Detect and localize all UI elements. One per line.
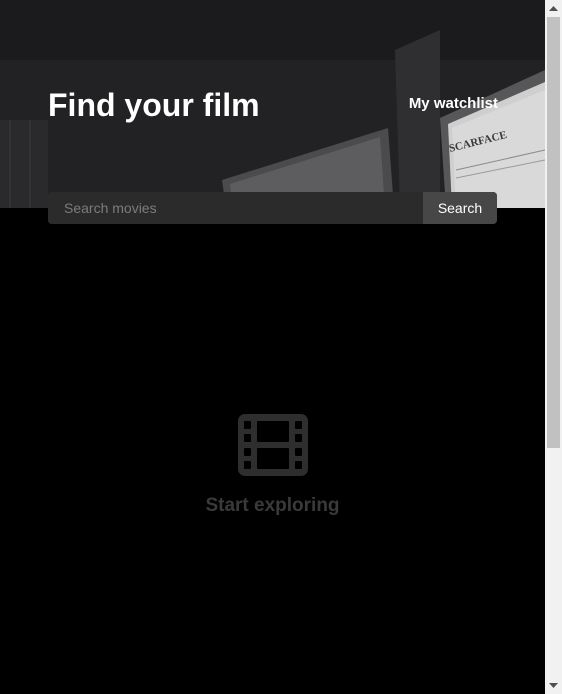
chevron-up-icon	[549, 5, 558, 11]
film-icon	[237, 414, 308, 476]
empty-state-text: Start exploring	[205, 495, 340, 516]
my-watchlist-link[interactable]: My watchlist	[409, 95, 498, 112]
scroll-down-arrow[interactable]	[545, 677, 562, 694]
page-title: Find your film	[48, 87, 260, 123]
chevron-down-icon	[549, 682, 558, 688]
vertical-scrollbar[interactable]	[545, 0, 562, 694]
header: Find your film My watchlist	[48, 86, 498, 126]
empty-state: Start exploring	[0, 414, 545, 517]
scroll-thumb[interactable]	[547, 17, 560, 448]
app-viewport: SCARFACE Find your film My watchlist Sea…	[0, 0, 545, 694]
search-input[interactable]	[48, 192, 423, 224]
scroll-up-arrow[interactable]	[545, 0, 562, 17]
search-button[interactable]: Search	[423, 192, 497, 224]
search-bar: Search	[48, 192, 497, 224]
